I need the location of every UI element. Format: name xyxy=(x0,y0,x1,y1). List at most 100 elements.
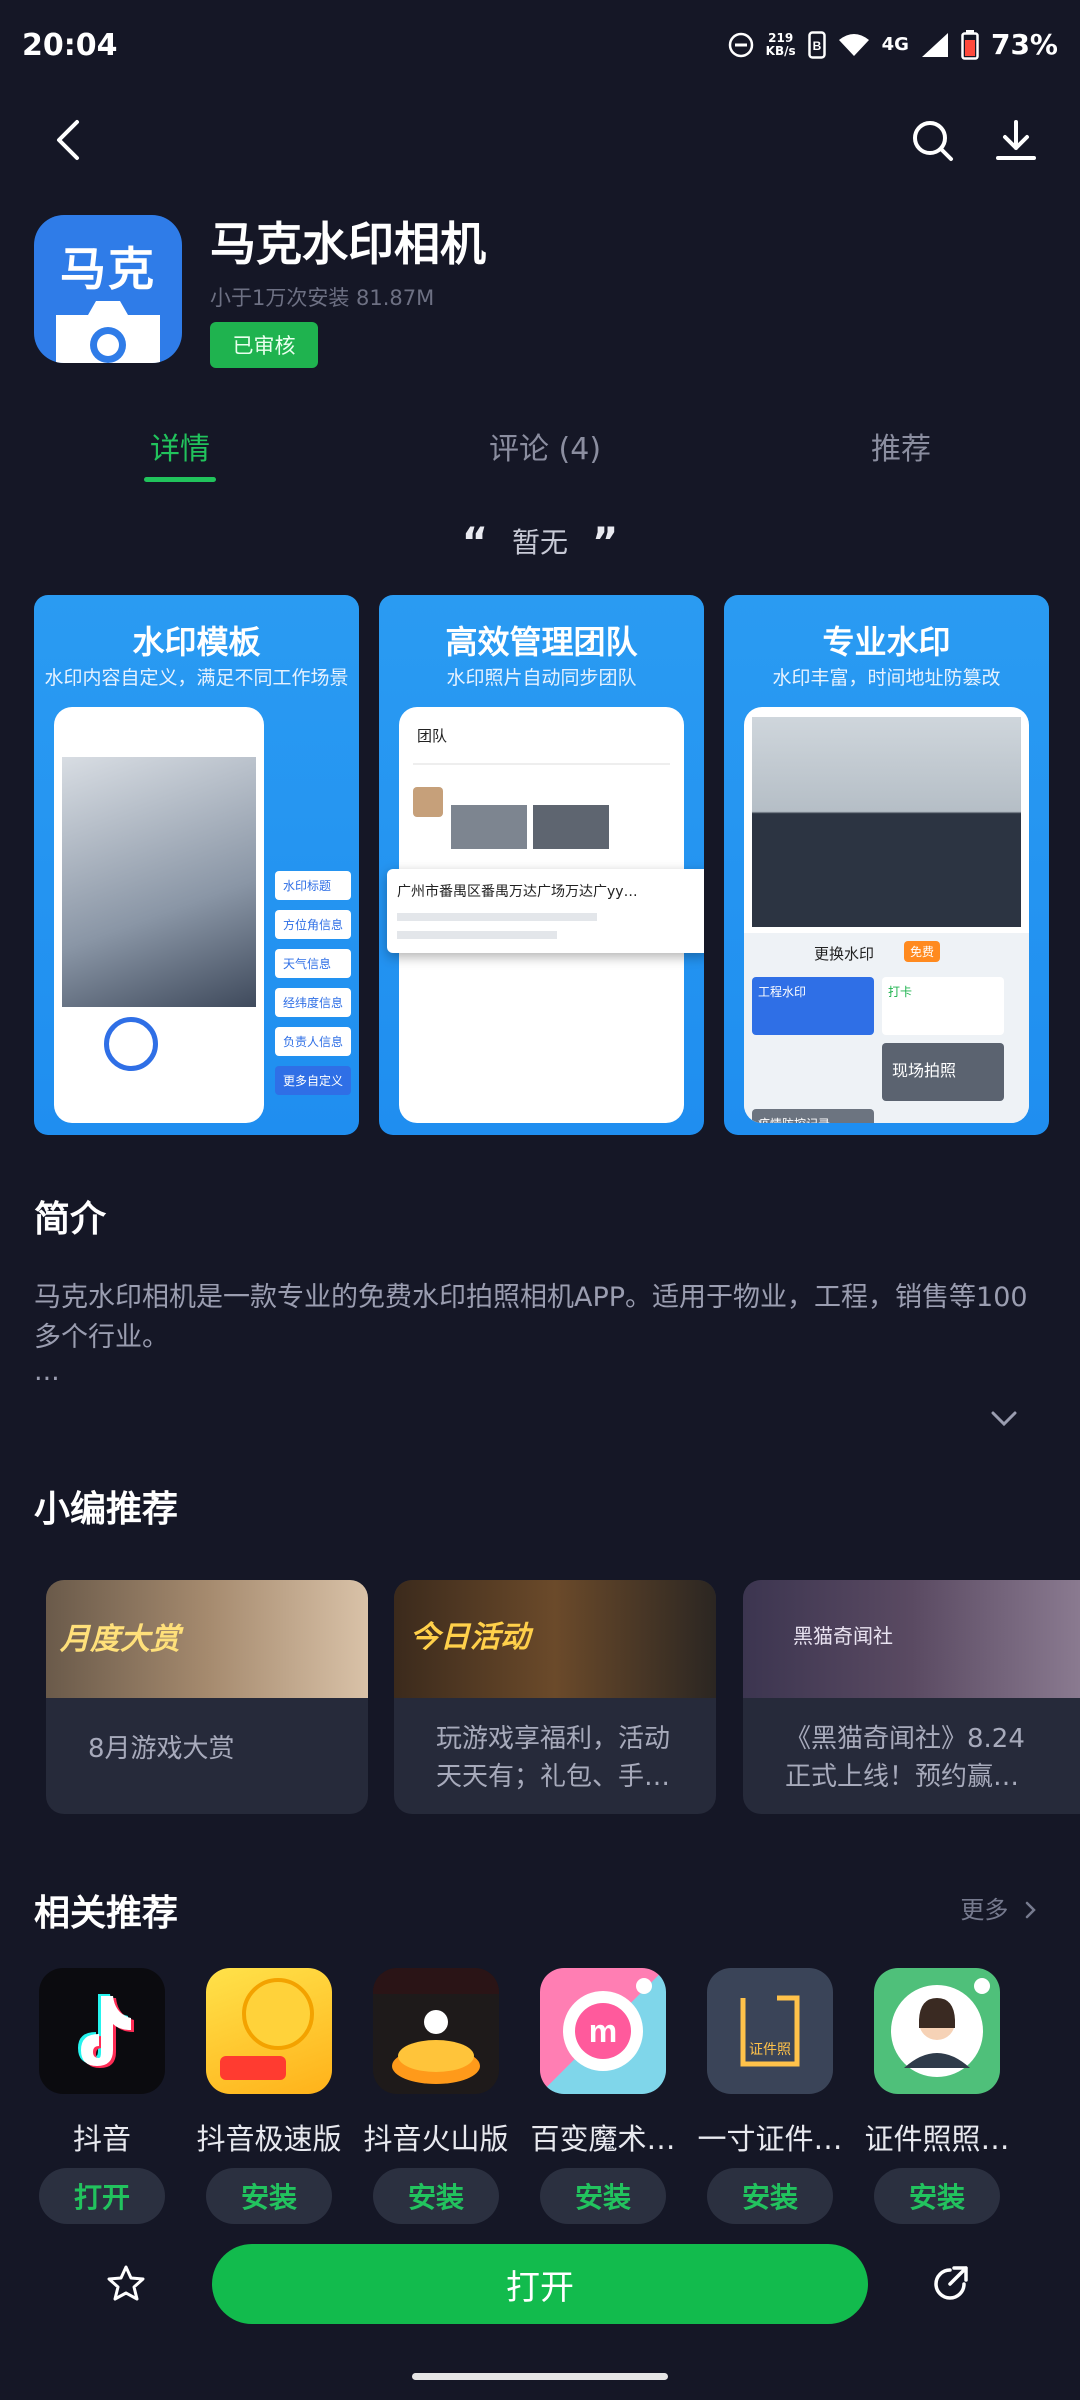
card-banner: 黑猫奇闻社 xyxy=(743,1580,1080,1698)
watermark-tile: 打卡 xyxy=(882,977,1004,1035)
tag: 水印标题 xyxy=(274,871,351,900)
screenshot-1[interactable]: 水印模板 水印内容自定义，满足不同工作场景 水印标题 方位角信息 天气信息 经纬… xyxy=(34,595,359,1135)
back-button[interactable] xyxy=(36,108,100,172)
download-button[interactable] xyxy=(984,108,1048,172)
quote-text: 暂无 xyxy=(511,526,568,559)
search-icon xyxy=(913,121,953,161)
avatar xyxy=(413,787,443,817)
wifi-icon xyxy=(838,33,869,56)
status-time: 20:04 xyxy=(22,28,118,63)
placeholder-line xyxy=(397,913,597,921)
related-app-name: 抖音极速版 xyxy=(196,2122,342,2156)
intro-title: 简介 xyxy=(34,1199,107,1240)
fire-coin-icon xyxy=(373,1968,499,2084)
reviewed-badge: 已审核 xyxy=(210,322,318,368)
camera-icon xyxy=(56,301,160,363)
more-link[interactable]: 更多 xyxy=(960,1890,1038,1925)
tag: 天气信息 xyxy=(274,949,351,978)
app-meta: 小于1万次安装 81.87M xyxy=(210,286,435,310)
tab-details[interactable]: 详情 xyxy=(150,424,210,468)
svg-text:证件照: 证件照 xyxy=(749,2041,791,2057)
app-icon-magic[interactable]: m xyxy=(540,1968,666,2094)
open-button[interactable]: 打开 xyxy=(212,2244,868,2324)
expand-button[interactable] xyxy=(990,1410,1018,1432)
related-app-name: 抖音火山版 xyxy=(363,2122,509,2156)
home-indicator xyxy=(412,2373,668,2380)
tag: 负责人信息 xyxy=(274,1027,351,1056)
card-text: 玩游戏享福利，活动天天有；礼包、手… xyxy=(436,1724,671,1792)
related-app-name: 证件照照… xyxy=(864,2122,1010,2156)
watermark-tile: 工程水印 xyxy=(752,977,874,1035)
chevron-down-icon xyxy=(991,1411,1017,1427)
open-app-button[interactable]: 打开 xyxy=(39,2168,165,2224)
team-photo xyxy=(752,717,1021,927)
watermark-tile: 现场拍照 xyxy=(882,1043,1004,1101)
network-type: 4G xyxy=(881,34,909,55)
card-banner: 月度大赏 xyxy=(46,1580,368,1698)
app-icon-id-photo-2[interactable] xyxy=(874,1968,1000,2094)
svg-text:B: B xyxy=(812,39,821,53)
divider xyxy=(413,763,670,765)
install-button[interactable]: 安装 xyxy=(206,2168,332,2224)
location-card: 广州市番禺区番禺万达广场万达广yy… xyxy=(387,869,704,953)
portrait-icon xyxy=(891,1978,990,2077)
screenshot-title: 专业水印 xyxy=(822,623,951,661)
banner-text: 今日活动 xyxy=(410,1620,530,1655)
share-button[interactable] xyxy=(918,2252,982,2316)
related-app-name: 抖音 xyxy=(72,2122,131,2156)
location-text: 广州市番禺区番禺万达广场万达广yy… xyxy=(397,884,638,900)
card-text: 8月游戏大赏 xyxy=(88,1734,235,1764)
screenshot-3[interactable]: 专业水印 水印丰富，时间地址防篡改 更换水印 免费 工程水印 打卡 现场拍照 疫… xyxy=(724,595,1049,1135)
team-header: 团队 xyxy=(417,727,448,745)
intro-ellipsis: ... xyxy=(34,1356,60,1387)
editor-card[interactable]: 今日活动 玩游戏享福利，活动天天有；礼包、手… xyxy=(394,1580,716,1814)
id-photo-icon: 证件照 xyxy=(740,1995,800,2067)
phone-mockup: 更换水印 免费 工程水印 打卡 现场拍照 疫情防控记录 xyxy=(744,707,1029,1123)
tag: 方位角信息 xyxy=(274,910,351,939)
related-app-name: 百变魔术… xyxy=(530,2122,676,2156)
signal-icon xyxy=(921,32,948,57)
app-icon-douyin[interactable] xyxy=(39,1968,165,2094)
status-icons: 219 KB/s B 4G 73% xyxy=(728,28,1058,61)
editor-card[interactable]: 月度大赏 8月游戏大赏 xyxy=(46,1580,368,1814)
coin-icon xyxy=(220,1978,314,2080)
tag: 更多自定义 xyxy=(274,1066,351,1095)
tab-comments[interactable]: 评论 (4) xyxy=(489,424,601,468)
screenshot-title: 高效管理团队 xyxy=(445,623,638,661)
editor-picks-title: 小编推荐 xyxy=(34,1489,179,1530)
photo-thumb xyxy=(533,805,609,849)
app-icon: 马克 xyxy=(34,215,182,363)
battery-level: 73% xyxy=(990,28,1058,61)
screenshot-subtitle: 水印丰富，时间地址防篡改 xyxy=(772,667,1001,689)
photo-thumb xyxy=(451,805,527,849)
tab-recommend[interactable]: 推荐 xyxy=(871,424,931,468)
install-button[interactable]: 安装 xyxy=(707,2168,833,2224)
screenshot-2[interactable]: 高效管理团队 水印照片自动同步团队 团队 广州市番禺区番禺万达广场万达广yy… xyxy=(379,595,704,1135)
phone-mockup xyxy=(54,707,264,1123)
search-button[interactable] xyxy=(900,108,964,172)
watermark-panel: 更换水印 免费 工程水印 打卡 现场拍照 疫情防控记录 xyxy=(744,933,1029,1123)
tab-underline xyxy=(144,477,216,482)
app-icon-douyin-huoshan[interactable] xyxy=(373,1968,499,2094)
back-arrow-icon xyxy=(57,120,79,160)
install-button[interactable]: 安装 xyxy=(874,2168,1000,2224)
svg-text:m: m xyxy=(589,2013,617,2049)
app-icon-id-photo[interactable]: 证件照 xyxy=(707,1968,833,2094)
screenshot-subtitle: 水印内容自定义，满足不同工作场景 xyxy=(44,667,349,689)
nfc-icon: B xyxy=(807,30,826,59)
net-speed: 219 KB/s xyxy=(765,30,796,58)
editor-card[interactable]: 黑猫奇闻社 《黑猫奇闻社》8.24正式上线！预约赢… xyxy=(743,1580,1080,1814)
intro-text: 马克水印相机是一款专业的免费水印拍照相机APP。适用于物业，工程，销售等100多… xyxy=(34,1278,1034,1386)
change-watermark-label: 更换水印 xyxy=(814,945,875,963)
related-title: 相关推荐 xyxy=(34,1893,179,1934)
favorite-button[interactable] xyxy=(94,2252,158,2316)
screenshot-title: 水印模板 xyxy=(132,623,261,661)
open-quote-icon: “ xyxy=(461,520,488,566)
watermark-tile: 疫情防控记录 xyxy=(752,1109,874,1123)
install-button[interactable]: 安装 xyxy=(540,2168,666,2224)
battery-icon xyxy=(961,29,979,60)
star-icon xyxy=(107,2265,145,2301)
app-icon-douyin-lite[interactable] xyxy=(206,1968,332,2094)
card-text: 《黑猫奇闻社》8.24正式上线！预约赢… xyxy=(785,1724,1025,1792)
install-button[interactable]: 安装 xyxy=(373,2168,499,2224)
